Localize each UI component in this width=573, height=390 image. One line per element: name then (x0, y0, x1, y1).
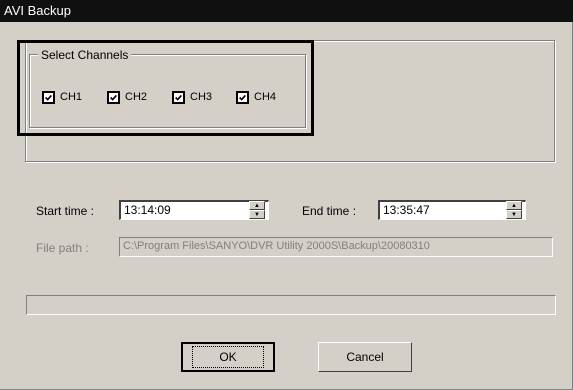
start-time-label: Start time : (36, 204, 95, 218)
start-time-spinner[interactable]: ▲ ▼ (249, 201, 265, 219)
select-channels-highlight-frame (17, 40, 314, 136)
ok-button-label: OK (192, 346, 264, 368)
end-time-label: End time : (302, 204, 357, 218)
end-time-spinner[interactable]: ▲ ▼ (506, 201, 522, 219)
spin-up-icon[interactable]: ▲ (506, 201, 522, 210)
ok-button[interactable]: OK (181, 342, 275, 372)
spin-down-icon[interactable]: ▼ (506, 210, 522, 219)
avi-backup-window: AVI Backup Select Channels CH1 CH2 CH3 C… (0, 0, 573, 390)
spin-down-icon[interactable]: ▼ (249, 210, 265, 219)
window-title: AVI Backup (0, 0, 573, 22)
progress-bar (26, 295, 556, 315)
spin-up-icon[interactable]: ▲ (249, 201, 265, 210)
file-path-label: File path : (36, 241, 89, 255)
cancel-button-label: Cancel (346, 350, 384, 364)
end-time-input[interactable]: 13:35:47 (378, 200, 526, 220)
start-time-input[interactable]: 13:14:09 (119, 200, 269, 220)
file-path-input: C:\Program Files\SANYO\DVR Utility 2000S… (119, 237, 553, 257)
cancel-button[interactable]: Cancel (318, 342, 412, 372)
